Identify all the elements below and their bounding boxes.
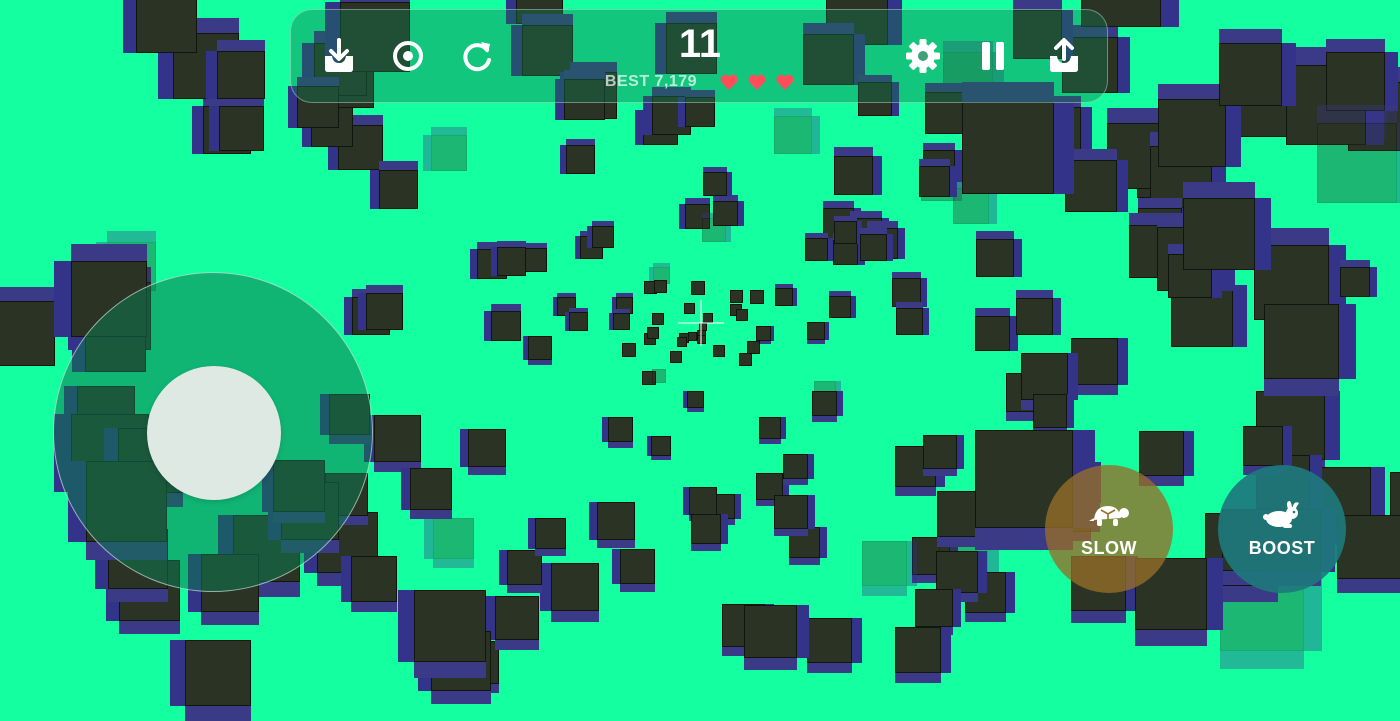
- slow-label: SLOW: [1081, 537, 1137, 558]
- obstacle-cube: [895, 627, 951, 683]
- obstacle-cube: [691, 281, 708, 298]
- obstacle-cube: [398, 590, 486, 678]
- obstacle-cube: [0, 287, 55, 366]
- obstacle-cube: [774, 108, 820, 154]
- settings-button[interactable]: [899, 32, 947, 80]
- obstacle-cube: [491, 241, 526, 276]
- obstacle-cube: [612, 549, 655, 592]
- obstacle-cube: [774, 495, 815, 536]
- crosshair-icon: [678, 300, 724, 346]
- obstacle-cube: [123, 0, 197, 53]
- obstacle-cube: [170, 640, 251, 721]
- obstacle-cube: [923, 435, 964, 476]
- obstacle-cube: [565, 308, 588, 331]
- obstacle-cube: [341, 556, 397, 612]
- obstacle-cube: [1337, 515, 1400, 593]
- obstacle-cube: [528, 518, 566, 556]
- obstacle-cube: [691, 514, 728, 551]
- obstacle-cube: [834, 216, 862, 244]
- obstacle-cube: [896, 302, 929, 335]
- obstacle-cube: [860, 228, 893, 261]
- turtle-icon: [1089, 505, 1129, 526]
- pause-icon: [982, 42, 1004, 70]
- movement-joystick[interactable]: [53, 272, 373, 592]
- obstacle-cube: [370, 161, 418, 209]
- obstacle-cube: [759, 417, 786, 444]
- obstacle-cube: [589, 502, 635, 548]
- obstacle-cube: [358, 285, 403, 330]
- obstacle-cube: [812, 391, 843, 422]
- obstacle-cube: [540, 563, 599, 622]
- obstacle-cube: [424, 518, 474, 568]
- heart-icon: [776, 74, 794, 90]
- obstacle-cube: [736, 309, 751, 324]
- rabbit-icon: [1263, 500, 1299, 528]
- obstacle-cube: [750, 290, 767, 307]
- obstacle-cube: [560, 139, 595, 174]
- obstacle-cube: [744, 605, 809, 670]
- obstacle-cube: [834, 147, 882, 195]
- obstacle-cube: [587, 221, 614, 248]
- obstacle-cube: [206, 40, 265, 99]
- obstacle-cube: [523, 336, 552, 365]
- obstacle-cube: [783, 454, 814, 485]
- obstacle-cube: [499, 550, 542, 593]
- obstacle-cube: [460, 429, 506, 475]
- obstacle-cube: [1016, 290, 1061, 335]
- obstacle-cube: [805, 233, 833, 261]
- heart-icon: [748, 74, 766, 90]
- joystick-knob[interactable]: [147, 366, 281, 500]
- obstacle-cube: [1033, 394, 1074, 435]
- obstacle-cube: [747, 341, 763, 357]
- obstacle-cube: [652, 369, 669, 386]
- heart-icon: [720, 74, 738, 90]
- obstacle-cube: [683, 391, 704, 412]
- upload-tray-icon: [1050, 38, 1078, 72]
- boost-label: BOOST: [1248, 537, 1316, 558]
- obstacle-cube: [730, 290, 746, 306]
- obstacle-cube: [1219, 29, 1296, 106]
- obstacle-cube: [703, 167, 732, 196]
- obstacle-cube: [609, 309, 630, 330]
- obstacle-cube: [807, 618, 862, 673]
- obstacle-cube: [775, 284, 797, 306]
- obstacle-cube: [829, 291, 856, 318]
- obstacle-cube: [602, 417, 633, 448]
- share-button[interactable]: [1040, 32, 1088, 80]
- obstacle-cube: [652, 313, 667, 328]
- slow-button[interactable]: SLOW: [1045, 465, 1173, 593]
- obstacle-cube: [976, 231, 1022, 277]
- obstacle-cube: [1065, 149, 1128, 212]
- obstacle-cube: [1326, 39, 1398, 111]
- obstacle-cube: [1071, 338, 1128, 395]
- top-hud-bar: 11 BEST 7,179: [290, 9, 1108, 103]
- obstacle-cube: [423, 127, 467, 171]
- best-score: BEST 7,179: [604, 73, 698, 90]
- boost-button[interactable]: BOOST: [1218, 465, 1346, 593]
- pause-button[interactable]: [969, 32, 1017, 80]
- obstacle-cube: [807, 322, 829, 344]
- obstacle-cube: [622, 343, 639, 360]
- obstacle-cube: [485, 596, 539, 650]
- obstacle-cube: [209, 96, 264, 151]
- obstacle-cube: [1317, 105, 1400, 203]
- obstacle-cube: [1264, 304, 1356, 396]
- obstacle-cube: [713, 195, 744, 226]
- obstacle-cube: [647, 327, 662, 342]
- obstacle-cube: [1340, 260, 1377, 297]
- obstacle-cube: [1183, 182, 1271, 270]
- obstacle-cube: [975, 308, 1018, 351]
- obstacle-cube: [484, 304, 521, 341]
- obstacle-cube: [670, 351, 685, 366]
- obstacle-cube: [919, 159, 957, 197]
- obstacle-cube: [862, 541, 917, 596]
- obstacle-cube: [654, 280, 670, 296]
- obstacle-cube: [401, 468, 452, 519]
- obstacle-cube: [647, 436, 671, 460]
- gear-icon: [906, 39, 940, 73]
